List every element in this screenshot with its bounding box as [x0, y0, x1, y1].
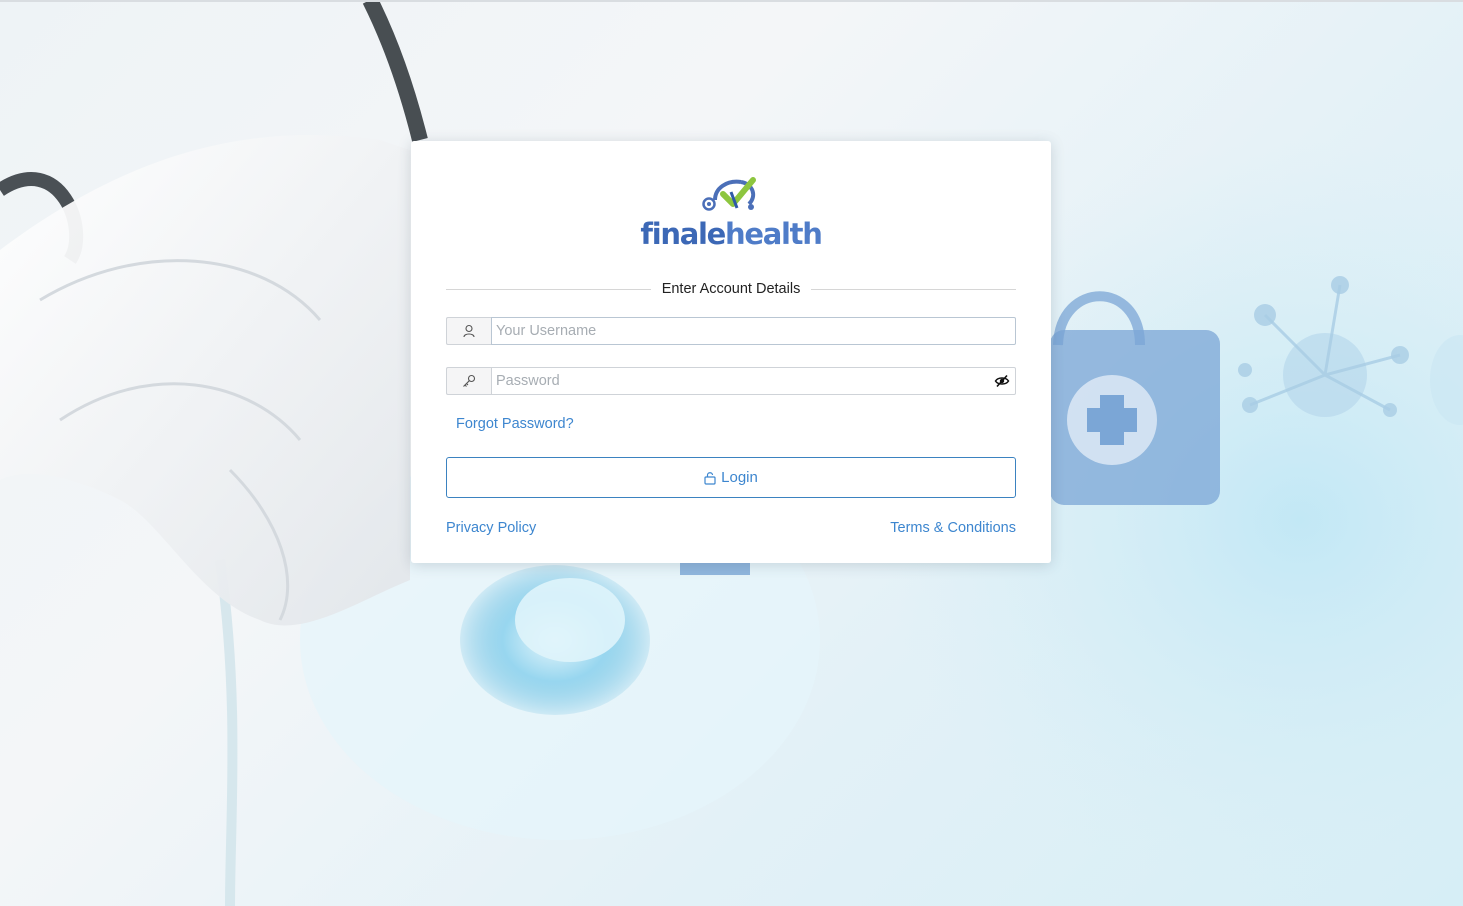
terms-conditions-link[interactable]: Terms & Conditions — [890, 520, 1016, 536]
brand-name-part2: health — [725, 217, 823, 251]
key-icon — [463, 374, 476, 387]
divider-line-left — [446, 288, 651, 290]
user-icon — [463, 324, 475, 338]
unlock-icon — [704, 471, 716, 485]
brand-name-part1: finale — [640, 217, 726, 251]
username-input[interactable] — [491, 317, 1016, 345]
form-heading: Enter Account Details — [661, 281, 801, 297]
section-divider: Enter Account Details — [446, 281, 1017, 297]
brand-wordmark: finalehealth — [640, 217, 823, 251]
privacy-policy-link[interactable]: Privacy Policy — [446, 520, 536, 536]
username-field-group — [446, 317, 1016, 345]
login-button-label: Login — [721, 469, 758, 486]
password-addon — [446, 367, 491, 395]
divider-line-right — [811, 288, 1017, 290]
login-card: finalehealth Enter Account Details Your … — [411, 141, 1051, 563]
login-button[interactable]: Login — [446, 457, 1016, 498]
password-field-group — [446, 367, 1016, 395]
username-addon — [446, 317, 491, 345]
password-input[interactable] — [491, 367, 1016, 395]
brand-logo: finalehealth — [411, 174, 1051, 250]
stethoscope-check-icon — [702, 177, 756, 211]
eye-slash-icon[interactable] — [994, 373, 1010, 389]
forgot-password-link[interactable]: Forgot Password? — [456, 416, 574, 432]
